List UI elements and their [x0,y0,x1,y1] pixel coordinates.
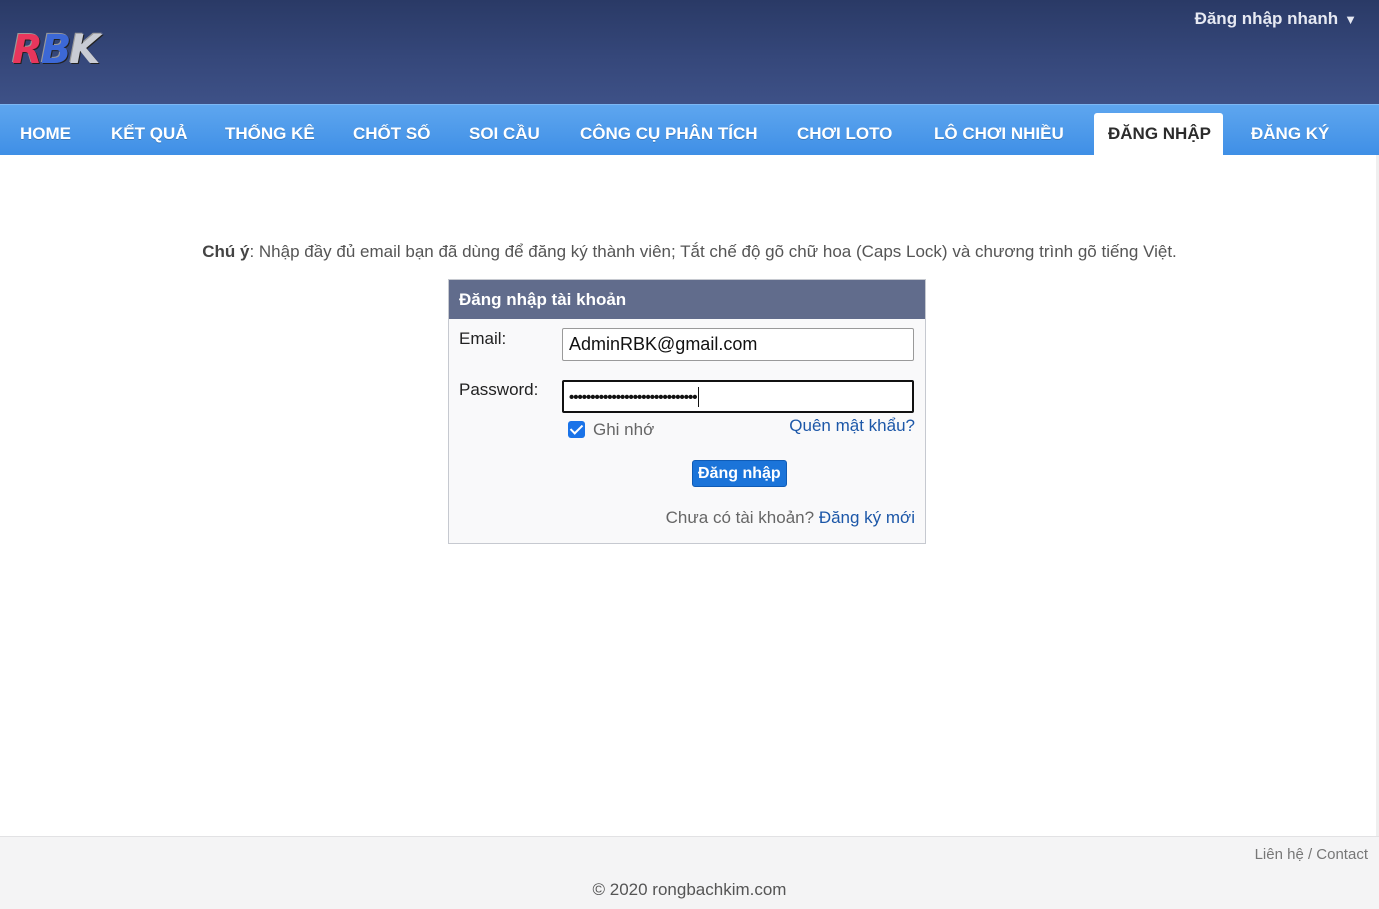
logo-letter-k: K [69,27,100,73]
login-notice: Chú ý: Nhập đầy đủ email bạn đã dùng để … [0,242,1379,262]
copyright-text: © 2020 rongbachkim.com [592,880,787,899]
quick-login-dropdown[interactable]: Đăng nhập nhanh ▼ [1195,9,1357,29]
login-panel-title: Đăng nhập tài khoản [449,280,925,319]
nav-item-dang-nhap[interactable]: ĐĂNG NHẬP [1094,113,1223,156]
nav-item-home[interactable]: HOME [6,113,85,155]
email-value: AdminRBK@gmail.com [569,334,758,354]
remember-me[interactable]: Ghi nhớ [568,420,654,440]
remember-checkbox[interactable] [568,421,585,438]
remember-label: Ghi nhớ [593,420,655,439]
login-submit-button[interactable]: Đăng nhập [692,460,787,487]
nav-item-cong-cu-phan-tich[interactable]: CÔNG CỤ PHÂN TÍCH [566,113,772,155]
password-value: •••••••••••••••••••••••••••••• [569,389,698,406]
password-field[interactable]: •••••••••••••••••••••••••••••• [562,380,914,413]
site-footer: Liên hệ / Contact © 2020 rongbachkim.com [0,836,1379,909]
site-logo[interactable]: RBK [12,27,100,73]
login-panel: Đăng nhập tài khoản Email: AdminRBK@gmai… [448,279,926,544]
logo-letter-b: B [40,27,71,73]
no-account-text: Chưa có tài khoản? [665,508,819,527]
nav-item-thong-ke[interactable]: THỐNG KÊ [211,113,329,155]
password-label: Password: [459,380,539,399]
text-cursor [697,387,699,408]
forgot-password-link[interactable]: Quên mật khẩu? [789,416,915,436]
email-field[interactable]: AdminRBK@gmail.com [562,328,914,361]
nav-item-soi-cau[interactable]: SOI CẦU [455,113,554,155]
chevron-down-icon: ▼ [1344,12,1357,27]
email-label: Email: [459,329,507,348]
contact-link[interactable]: Liên hệ / Contact [1255,846,1368,863]
site-header: RBK Đăng nhập nhanh ▼ [0,0,1379,104]
nav-item-chot-so[interactable]: CHỐT SỐ [339,113,444,155]
register-link[interactable]: Đăng ký mới [819,508,915,527]
register-row: Chưa có tài khoản? Đăng ký mới [666,508,915,528]
nav-item-lo-choi-nhieu[interactable]: LÔ CHƠI NHIỀU [920,113,1078,155]
nav-item-ket-qua[interactable]: KẾT QUẢ [97,113,202,155]
quick-login-label: Đăng nhập nhanh [1194,9,1339,28]
nav-item-dang-ky[interactable]: ĐĂNG KÝ [1237,113,1343,155]
nav-item-choi-loto[interactable]: CHƠI LOTO [783,113,906,155]
main-nav: HOME KẾT QUẢ THỐNG KÊ CHỐT SỐ SOI CẦU CÔ… [0,104,1379,156]
notice-prefix: Chú ý [202,242,250,261]
logo-letter-r: R [12,27,43,73]
notice-text: : Nhập đầy đủ email bạn đã dùng để đăng … [249,242,1177,261]
